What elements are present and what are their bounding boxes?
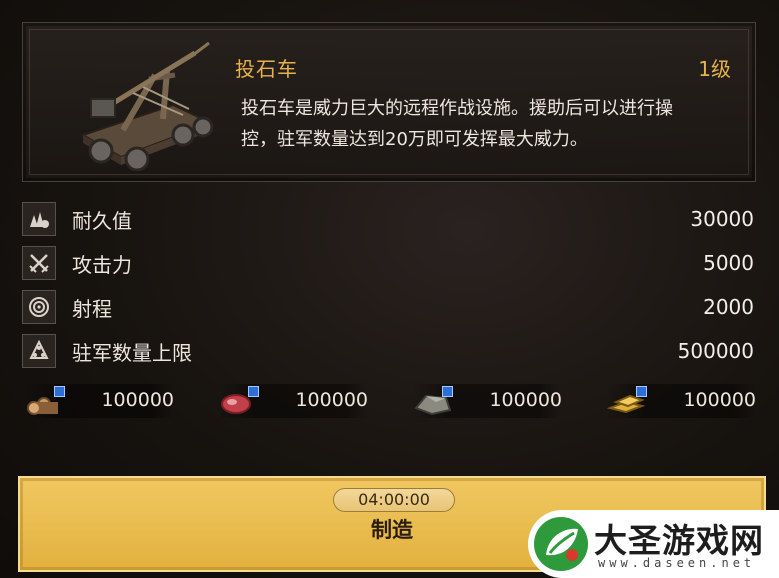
- stat-label: 射程: [72, 296, 112, 321]
- stat-label: 驻军数量上限: [72, 340, 192, 365]
- stat-row-troops: 驻军数量上限 500000: [22, 332, 756, 370]
- stat-value: 2000: [703, 295, 754, 319]
- resource-badge: [248, 386, 259, 397]
- build-timer: 04:00:00: [333, 488, 455, 512]
- item-description: 投石车是威力巨大的远程作战设施。援助后可以进行操 控，驻军数量达到20万即可发挥…: [241, 93, 741, 155]
- stat-label: 耐久值: [72, 208, 132, 233]
- resource-badge: [636, 386, 647, 397]
- stat-label: 攻击力: [72, 252, 132, 277]
- catapult-icon: [80, 41, 214, 171]
- resource-wood: 100000: [24, 384, 174, 418]
- target-icon: [22, 290, 56, 324]
- item-title: 投石车: [235, 57, 298, 81]
- resource-meat: 100000: [218, 384, 368, 418]
- item-level: 1级: [698, 57, 731, 81]
- resource-amount: 100000: [101, 389, 174, 411]
- site-watermark: 大圣游戏网 www.daseen.net: [528, 510, 779, 578]
- stat-value: 30000: [690, 207, 754, 231]
- troops-icon: [22, 334, 56, 368]
- resource-badge: [442, 386, 453, 397]
- description-line: 控，驻军数量达到20万即可发挥最大威力。: [241, 129, 588, 150]
- watermark-url: www.daseen.net: [598, 556, 756, 570]
- crossed-swords-icon: [22, 246, 56, 280]
- stat-value: 5000: [703, 251, 754, 275]
- site-logo-icon: [534, 517, 588, 571]
- description-line: 投石车是威力巨大的远程作战设施。援助后可以进行操: [241, 98, 673, 119]
- resource-gold: 100000: [606, 384, 756, 418]
- stat-row-attack: 攻击力 5000: [22, 244, 756, 282]
- resource-amount: 100000: [295, 389, 368, 411]
- stat-value: 500000: [677, 339, 754, 363]
- item-info-card: 投石车 1级 投石车是威力巨大的远程作战设施。援助后可以进行操 控，驻军数量达到…: [22, 22, 756, 182]
- resource-amount: 100000: [683, 389, 756, 411]
- resource-badge: [54, 386, 65, 397]
- resource-stone: 100000: [412, 384, 562, 418]
- resource-cost-row: 100000 100000 100000 100000: [22, 384, 762, 420]
- durability-icon: [22, 202, 56, 236]
- watermark-title: 大圣游戏网: [594, 521, 764, 560]
- stat-row-range: 射程 2000: [22, 288, 756, 326]
- resource-amount: 100000: [489, 389, 562, 411]
- stat-row-durability: 耐久值 30000: [22, 200, 756, 238]
